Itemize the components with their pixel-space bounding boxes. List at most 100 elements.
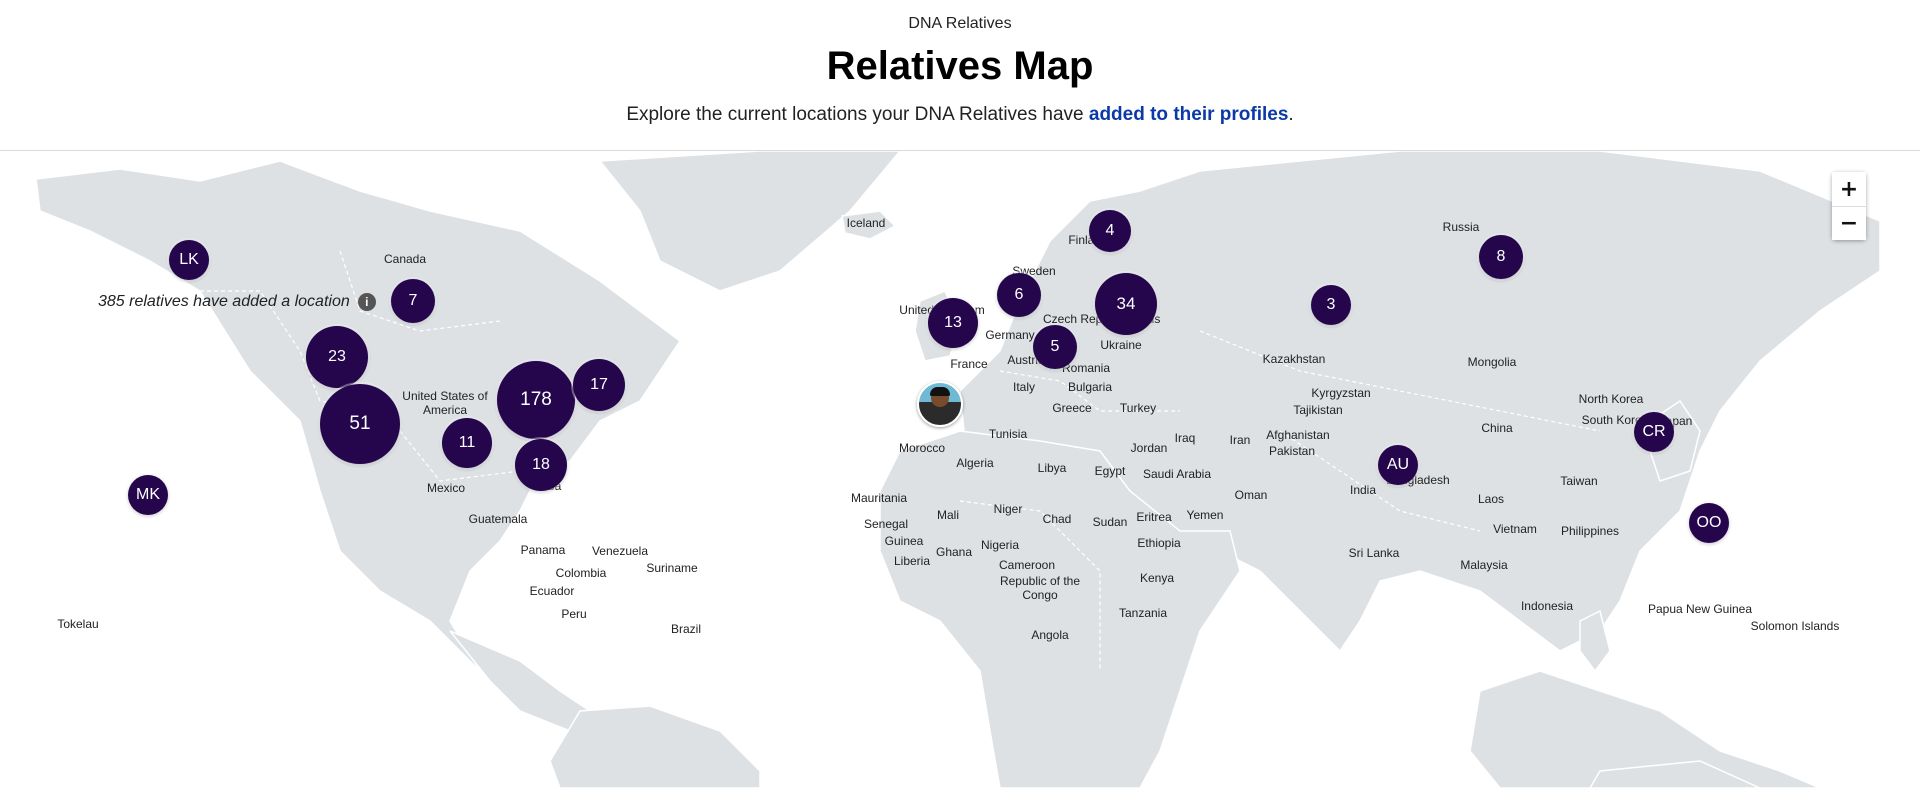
cluster-marker[interactable]: 5: [1033, 325, 1077, 369]
country-label: Kenya: [1139, 571, 1175, 585]
country-label: Saudi Arabia: [1142, 467, 1212, 481]
country-label: Bulgaria: [1067, 380, 1113, 394]
country-label: Cameroon: [998, 558, 1056, 572]
cluster-marker[interactable]: 4: [1089, 210, 1131, 252]
country-label: Venezuela: [591, 544, 649, 558]
country-label: Kazakhstan: [1262, 352, 1326, 366]
cluster-marker[interactable]: 17: [573, 359, 625, 411]
country-label: Peru: [561, 607, 587, 621]
cluster-marker[interactable]: 3: [1311, 285, 1351, 325]
country-label: Taiwan: [1560, 474, 1598, 488]
country-label: Philippines: [1560, 524, 1620, 538]
country-label: Brazil: [670, 622, 702, 636]
country-label: Mongolia: [1467, 355, 1517, 369]
land-south-america: [549, 705, 761, 788]
page-title: Relatives Map: [826, 44, 1094, 88]
country-label: United States of America: [402, 389, 488, 417]
app-eyebrow: DNA Relatives: [908, 15, 1012, 32]
cluster-marker[interactable]: 6: [997, 273, 1041, 317]
relative-avatar-pin[interactable]: [917, 381, 963, 427]
country-label: Malaysia: [1460, 558, 1508, 572]
country-label: Chad: [1042, 512, 1072, 526]
country-label: Ethiopia: [1137, 536, 1181, 550]
country-label: Yemen: [1186, 508, 1224, 522]
cluster-marker[interactable]: 13: [928, 298, 978, 348]
country-label: Laos: [1477, 492, 1505, 506]
country-label: Iran: [1229, 433, 1251, 447]
country-label: Tajikistan: [1293, 403, 1343, 417]
profile-locations-link[interactable]: added to their profiles: [1089, 104, 1289, 125]
country-label: Mali: [936, 508, 960, 522]
country-label: Jordan: [1130, 441, 1168, 455]
country-label: Afghanistan: [1266, 428, 1330, 442]
info-icon[interactable]: i: [357, 293, 376, 311]
country-label: Colombia: [555, 566, 607, 580]
country-label: Guatemala: [468, 512, 528, 526]
country-label: Tokelau: [57, 617, 99, 631]
location-count-text: 385 relatives have added a location: [98, 293, 350, 310]
country-label: Solomon Islands: [1750, 619, 1840, 633]
country-label: Libya: [1037, 461, 1067, 475]
country-label: Iceland: [846, 216, 886, 230]
country-label: Republic of the Congo: [999, 574, 1081, 602]
zoom-in-button[interactable]: +: [1832, 172, 1866, 206]
country-label: Ecuador: [529, 584, 575, 598]
country-label: Canada: [383, 252, 427, 266]
country-label: Ghana: [935, 545, 973, 559]
relative-marker[interactable]: OO: [1689, 503, 1729, 543]
country-label: Sudan: [1092, 515, 1128, 529]
country-label: Panama: [520, 543, 566, 557]
country-label: Egypt: [1094, 464, 1126, 478]
cluster-marker[interactable]: 7: [391, 279, 435, 323]
relative-marker[interactable]: MK: [128, 475, 168, 515]
country-label: Nigeria: [980, 538, 1020, 552]
relative-marker[interactable]: LK: [169, 240, 209, 280]
location-count: 385 relatives have added a location i: [98, 293, 376, 311]
country-label: Angola: [1031, 628, 1069, 642]
country-label: France: [950, 357, 988, 371]
cluster-marker[interactable]: 178: [497, 361, 575, 439]
relative-marker[interactable]: AU: [1378, 445, 1418, 485]
country-label: Germany: [985, 328, 1035, 342]
relative-marker[interactable]: CR: [1634, 412, 1674, 452]
country-label: China: [1481, 421, 1513, 435]
country-label: Algeria: [956, 456, 994, 470]
cluster-marker[interactable]: 23: [306, 326, 368, 388]
country-label: India: [1349, 483, 1377, 497]
subtitle-suffix: .: [1288, 104, 1294, 125]
country-label: Kyrgyzstan: [1311, 386, 1371, 400]
country-label: Russia: [1442, 220, 1480, 234]
cluster-marker[interactable]: 18: [515, 439, 567, 491]
country-label: Vietnam: [1493, 522, 1537, 536]
country-label: Ukraine: [1100, 338, 1142, 352]
page-header: DNA Relatives Relatives Map Explore the …: [0, 0, 1920, 151]
country-label: Pakistan: [1268, 444, 1316, 458]
cluster-marker[interactable]: 34: [1095, 273, 1157, 335]
country-label: Tunisia: [988, 427, 1028, 441]
country-label: Niger: [993, 502, 1023, 516]
country-label: Greece: [1052, 401, 1092, 415]
country-label: Papua New Guinea: [1647, 602, 1753, 616]
country-label: Liberia: [893, 554, 931, 568]
subtitle-text: Explore the current locations your DNA R…: [626, 104, 1089, 125]
country-label: Tanzania: [1118, 606, 1168, 620]
page-subtitle: Explore the current locations your DNA R…: [0, 104, 1920, 126]
cluster-marker[interactable]: 11: [442, 418, 492, 468]
country-label: Eritrea: [1136, 510, 1172, 524]
country-label: Mexico: [426, 481, 466, 495]
country-label: Turkey: [1119, 401, 1157, 415]
zoom-out-button[interactable]: −: [1832, 206, 1866, 240]
country-label: Morocco: [898, 441, 946, 455]
country-label: Italy: [1012, 380, 1036, 394]
country-label: Guinea: [884, 534, 924, 548]
country-label: Iraq: [1174, 431, 1196, 445]
relatives-map[interactable]: 385 relatives have added a location i Ca…: [0, 151, 1920, 788]
cluster-marker[interactable]: 51: [320, 384, 400, 464]
avatar-hair: [930, 387, 950, 396]
country-label: North Korea: [1578, 392, 1644, 406]
cluster-marker[interactable]: 8: [1479, 235, 1523, 279]
country-label: Sri Lanka: [1348, 546, 1400, 560]
country-label: Suriname: [646, 561, 698, 575]
zoom-controls: + −: [1832, 172, 1866, 240]
country-label: Oman: [1234, 488, 1268, 502]
